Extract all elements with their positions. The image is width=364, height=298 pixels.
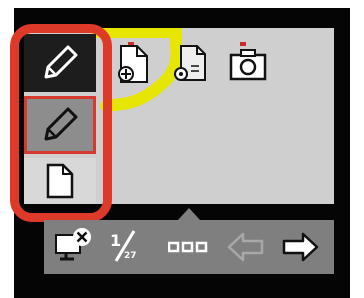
pencil-icon	[44, 45, 78, 79]
back-button[interactable]	[224, 220, 268, 274]
more-button[interactable]	[162, 220, 214, 274]
monitor-close-icon	[55, 228, 91, 261]
pencil-icon	[44, 107, 78, 141]
camera-icon	[229, 49, 267, 81]
new-page-button[interactable]	[116, 44, 152, 84]
camera-button[interactable]	[228, 44, 268, 84]
pen-tool-button[interactable]	[24, 34, 96, 92]
forward-button[interactable]	[278, 220, 322, 274]
page-current: 1	[110, 231, 122, 250]
app-screen: 1 27	[0, 0, 364, 298]
bottom-toolbar: 1 27	[44, 220, 334, 274]
toolbar-notch	[178, 208, 200, 220]
arrow-left-icon	[227, 232, 264, 262]
page-settings-button[interactable]	[170, 44, 210, 84]
new-page-icon	[118, 45, 148, 83]
pen-tool-selected-button[interactable]	[24, 96, 96, 154]
monitor-close-button[interactable]	[50, 220, 96, 274]
page-tool-button[interactable]	[24, 158, 96, 204]
page-icon	[46, 163, 74, 199]
more-dots-icon	[168, 241, 208, 253]
page-counter: 1 27	[104, 220, 144, 274]
page-total: 27	[124, 251, 137, 261]
arrow-right-icon	[282, 232, 319, 262]
page-settings-icon	[174, 45, 206, 81]
